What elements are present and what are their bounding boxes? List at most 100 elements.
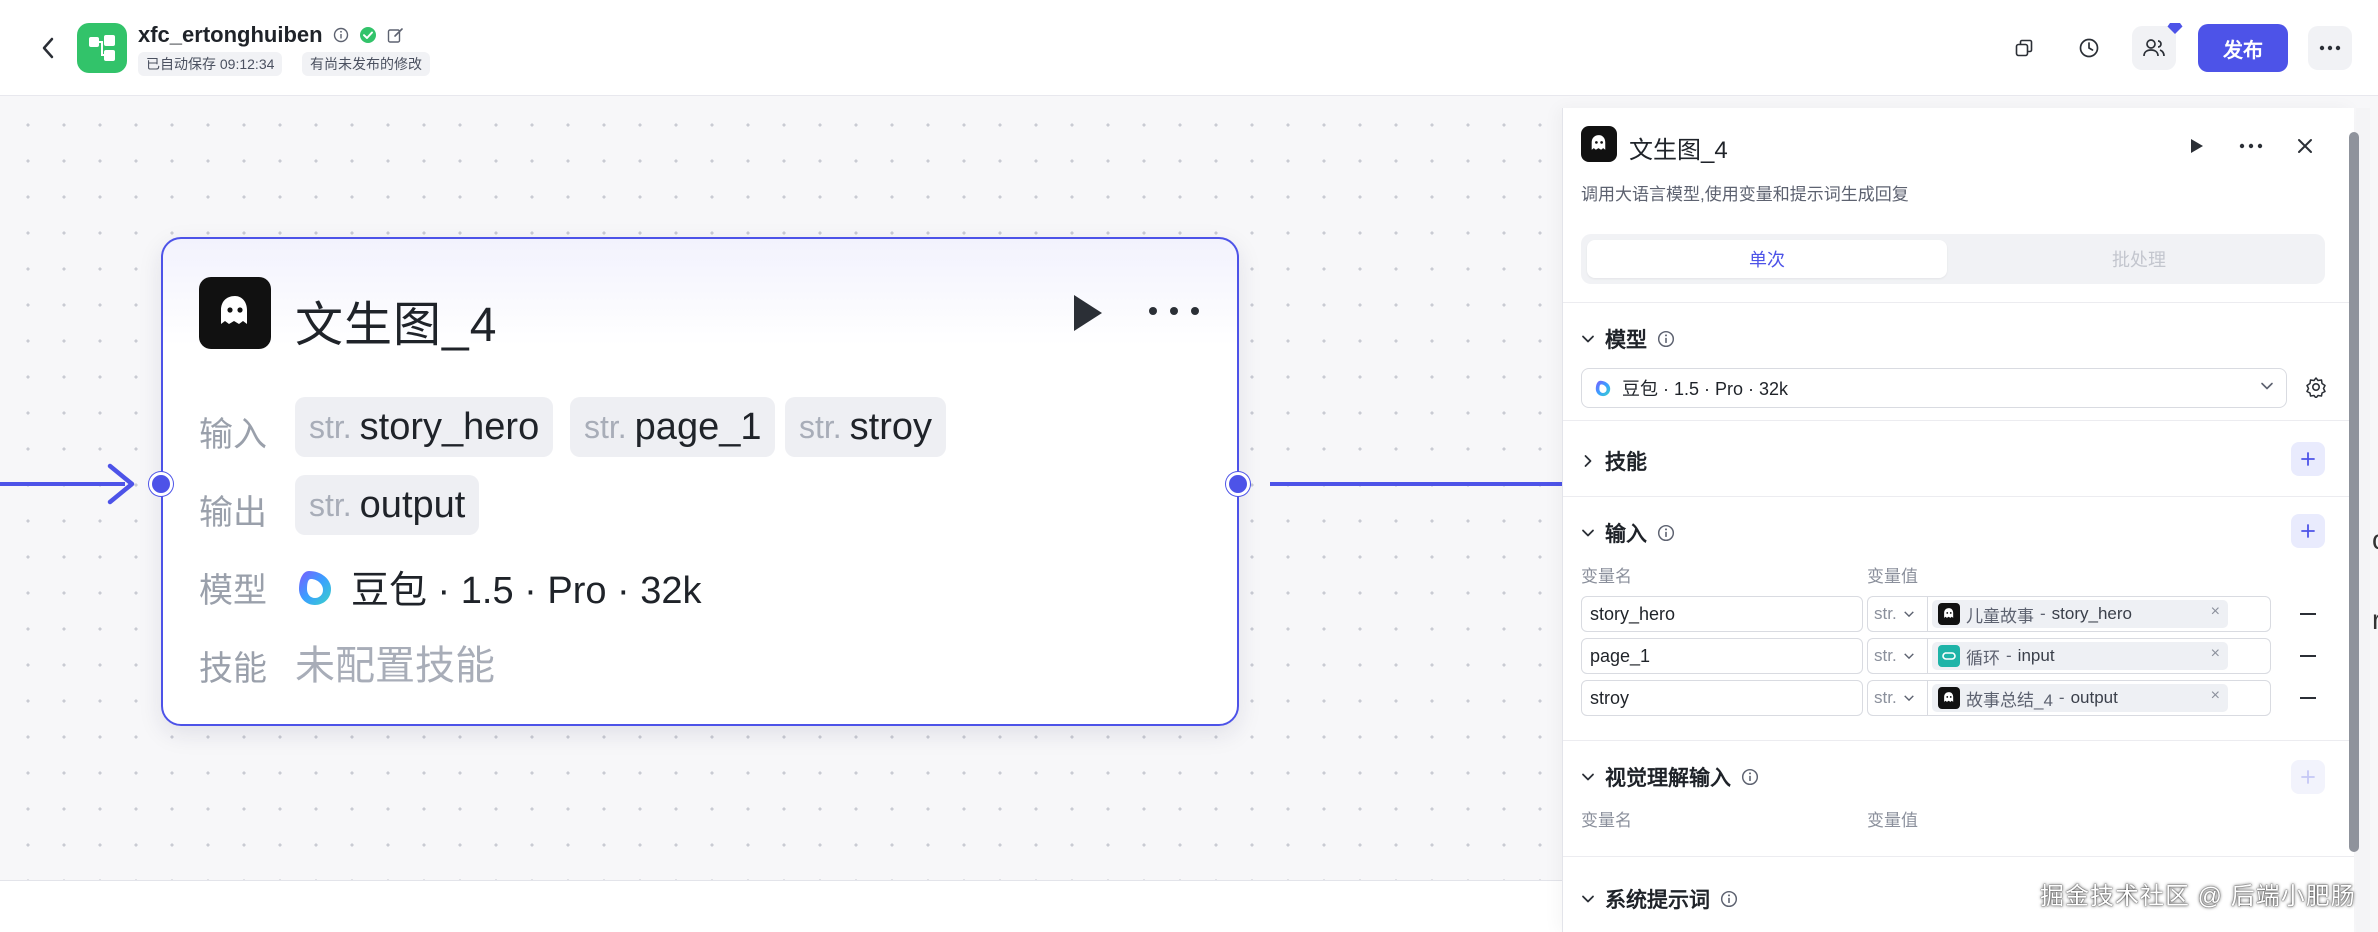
canvas-toolbar-area xyxy=(0,880,1562,932)
copy-button[interactable] xyxy=(2002,26,2046,70)
output-label: 输出 xyxy=(199,494,267,532)
var-type-select[interactable]: str. xyxy=(1867,638,1927,674)
ghost-icon xyxy=(1581,126,1617,162)
chevron-down-icon xyxy=(1582,529,1594,537)
remove-input-button[interactable] xyxy=(2291,680,2325,716)
play-icon xyxy=(1074,295,1102,331)
more-horizontal-icon xyxy=(1149,307,1199,315)
vision-var-name-header: 变量名 xyxy=(1581,811,1632,830)
model-settings-button[interactable] xyxy=(2299,370,2333,404)
node-output-port[interactable] xyxy=(1226,472,1250,496)
tab-batch[interactable]: 批处理 xyxy=(1959,240,2319,278)
divider xyxy=(1563,496,2354,497)
chevron-down-icon xyxy=(1903,653,1914,660)
top-bar: xfc_ertonghuiben 已自动保存 09:12:34 有尚未发布的修改… xyxy=(0,0,2378,96)
info-icon[interactable] xyxy=(1657,524,1675,542)
info-icon[interactable] xyxy=(1657,330,1675,348)
more-horizontal-icon xyxy=(2239,143,2263,149)
panel-description: 调用大语言模型,使用变量和提示词生成回复 xyxy=(1581,185,1909,204)
node-input-port[interactable] xyxy=(149,472,173,496)
var-name-input[interactable] xyxy=(1581,596,1863,632)
reference-tag: 循环 - input × xyxy=(1932,642,2228,670)
var-value-reference[interactable]: 循环 - input × xyxy=(1927,638,2271,674)
outgoing-edge[interactable] xyxy=(1270,482,1562,486)
chevron-down-icon xyxy=(1903,695,1914,702)
verified-check-icon xyxy=(359,26,377,44)
add-input-button[interactable] xyxy=(2291,514,2325,548)
var-name-header: 变量名 xyxy=(1581,567,1632,586)
var-name-input[interactable] xyxy=(1581,680,1863,716)
system-prompt-section-header[interactable]: 系统提示词 xyxy=(1581,884,1738,914)
divider xyxy=(1563,856,2354,857)
model-select[interactable]: 豆包 · 1.5 · Pro · 32k xyxy=(1581,368,2287,408)
divider xyxy=(1563,302,2354,303)
doubao-logo-icon xyxy=(299,570,331,605)
var-name-input[interactable] xyxy=(1581,638,1863,674)
var-type-select[interactable]: str. xyxy=(1867,680,1927,716)
edit-icon[interactable] xyxy=(387,27,404,44)
publish-button[interactable]: 发布 xyxy=(2198,24,2288,72)
info-icon[interactable] xyxy=(333,27,349,43)
panel-scrollbar-thumb[interactable] xyxy=(2349,132,2359,852)
chevron-down-icon xyxy=(1903,611,1914,618)
node-more-button[interactable] xyxy=(1148,303,1200,321)
history-button[interactable] xyxy=(2067,26,2111,70)
add-skill-button[interactable] xyxy=(2291,442,2325,476)
divider xyxy=(1563,740,2354,741)
output-chip: str. output xyxy=(295,475,480,535)
plus-icon xyxy=(2301,452,2315,466)
copy-icon xyxy=(2015,39,2033,57)
reference-tag: 儿童故事 - story_hero × xyxy=(1932,600,2228,628)
panel-more-button[interactable] xyxy=(2233,128,2269,164)
remove-input-button[interactable] xyxy=(2291,596,2325,632)
ghost-icon xyxy=(199,277,271,349)
chevron-down-icon xyxy=(1582,895,1594,903)
more-options-button[interactable] xyxy=(2308,26,2352,70)
var-value-reference[interactable]: 故事总结_4 - output × xyxy=(1927,680,2271,716)
minus-icon xyxy=(2300,697,2316,699)
reference-tag: 故事总结_4 - output × xyxy=(1932,684,2228,712)
info-icon[interactable] xyxy=(1741,768,1759,786)
clear-reference-icon[interactable]: × xyxy=(2211,645,2220,663)
info-icon[interactable] xyxy=(1720,890,1738,908)
run-mode-tabs: 单次 批处理 xyxy=(1581,234,2325,284)
text-to-image-node[interactable]: 文生图_4 输入 str. story_hero str. page_1 str. s… xyxy=(161,237,1239,726)
panel-close-button[interactable] xyxy=(2287,128,2323,164)
var-type-select[interactable]: str. xyxy=(1867,596,1927,632)
loop-icon xyxy=(1938,645,1960,667)
node-title: 文生图_4 xyxy=(295,299,498,352)
back-button[interactable] xyxy=(34,30,62,66)
cut-off-text: o xyxy=(2372,524,2378,556)
chevron-down-icon xyxy=(1582,773,1594,781)
clear-reference-icon[interactable]: × xyxy=(2211,687,2220,705)
clear-reference-icon[interactable]: × xyxy=(2211,603,2220,621)
panel-run-button[interactable] xyxy=(2179,128,2215,164)
remove-input-button[interactable] xyxy=(2291,638,2325,674)
add-vision-input-button[interactable] xyxy=(2291,760,2325,794)
plus-icon xyxy=(2301,770,2315,784)
model-section-header[interactable]: 模型 xyxy=(1581,324,1675,354)
skills-section-header[interactable]: 技能 xyxy=(1581,446,1647,476)
input-section-header[interactable]: 输入 xyxy=(1581,518,1675,548)
input-chip: str. story_hero xyxy=(295,397,554,457)
gear-icon xyxy=(2306,377,2326,398)
tab-single[interactable]: 单次 xyxy=(1587,240,1947,278)
node-config-panel: 文生图_4 调用大语言模型,使用变量和提示词生成回复 单次 批处理 模型 豆包 … xyxy=(1562,108,2354,932)
app-logo xyxy=(77,23,127,73)
input-chip: str. stroy xyxy=(785,397,947,457)
skill-label: 技能 xyxy=(199,650,267,688)
chevron-left-icon xyxy=(42,37,54,59)
var-value-reference[interactable]: 儿童故事 - story_hero × xyxy=(1927,596,2271,632)
close-icon xyxy=(2298,139,2312,153)
chevron-right-icon xyxy=(1584,455,1592,467)
cut-off-text: r xyxy=(2372,604,2378,635)
node-run-button[interactable] xyxy=(1068,291,1106,340)
more-horizontal-icon xyxy=(2319,45,2341,51)
minus-icon xyxy=(2300,613,2316,615)
vision-var-value-header: 变量值 xyxy=(1867,811,1918,830)
minus-icon xyxy=(2300,655,2316,657)
input-label: 输入 xyxy=(199,416,267,454)
users-icon xyxy=(2143,39,2165,57)
ghost-icon xyxy=(1938,603,1960,625)
vision-input-section-header[interactable]: 视觉理解输入 xyxy=(1581,762,1759,792)
